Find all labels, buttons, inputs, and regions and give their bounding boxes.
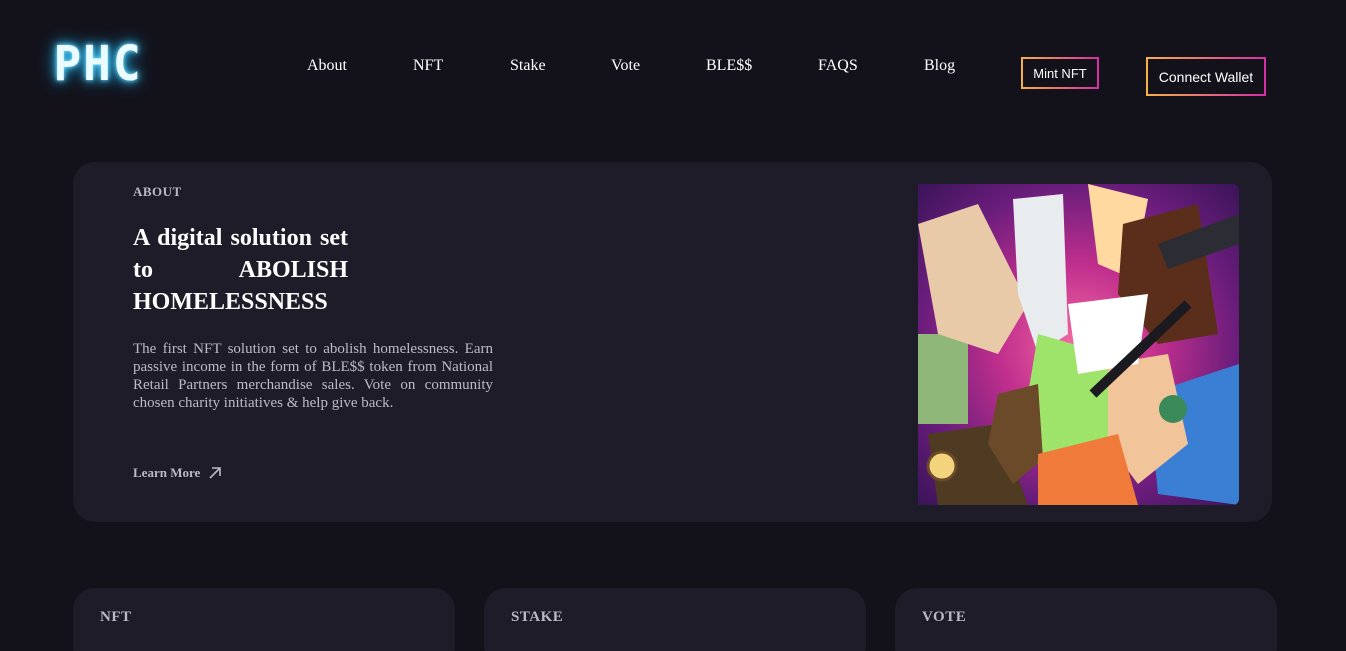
- nav-bless[interactable]: BLE$$: [706, 56, 752, 76]
- connect-wallet-button[interactable]: Connect Wallet: [1146, 57, 1266, 96]
- nft-card[interactable]: NFT: [73, 588, 455, 651]
- about-card: ABOUT A digital solution set to ABOLISH …: [73, 162, 1272, 522]
- arrow-up-right-icon: [209, 467, 222, 479]
- nav-stake[interactable]: Stake: [510, 56, 546, 76]
- about-heading: A digital solution set to ABOLISH HOMELE…: [133, 225, 348, 315]
- page: PHC About NFT Stake Vote BLE$$ FAQS Blog…: [0, 0, 1346, 651]
- nav-nft[interactable]: NFT: [413, 56, 443, 76]
- nft-artwork: [918, 184, 1239, 505]
- main-nav: About NFT Stake Vote BLE$$ FAQS Blog: [0, 56, 1346, 76]
- learn-more-label: Learn More: [133, 465, 201, 480]
- nav-blog[interactable]: Blog: [924, 56, 955, 76]
- vote-card-title: VOTE: [922, 609, 967, 625]
- stake-card[interactable]: STAKE: [484, 588, 866, 651]
- about-section-label: ABOUT: [133, 184, 182, 199]
- stake-card-title: STAKE: [511, 609, 564, 625]
- nav-about[interactable]: About: [307, 56, 347, 76]
- praying-hands-illustration: [918, 184, 1239, 505]
- about-description: The first NFT solution set to abolish ho…: [133, 341, 493, 411]
- learn-more-link[interactable]: Learn More: [133, 465, 222, 481]
- nav-faqs[interactable]: FAQS: [818, 56, 858, 76]
- nav-vote[interactable]: Vote: [611, 56, 640, 76]
- mint-nft-button[interactable]: Mint NFT: [1021, 57, 1099, 89]
- nft-card-title: NFT: [100, 609, 132, 625]
- vote-card[interactable]: VOTE: [895, 588, 1277, 651]
